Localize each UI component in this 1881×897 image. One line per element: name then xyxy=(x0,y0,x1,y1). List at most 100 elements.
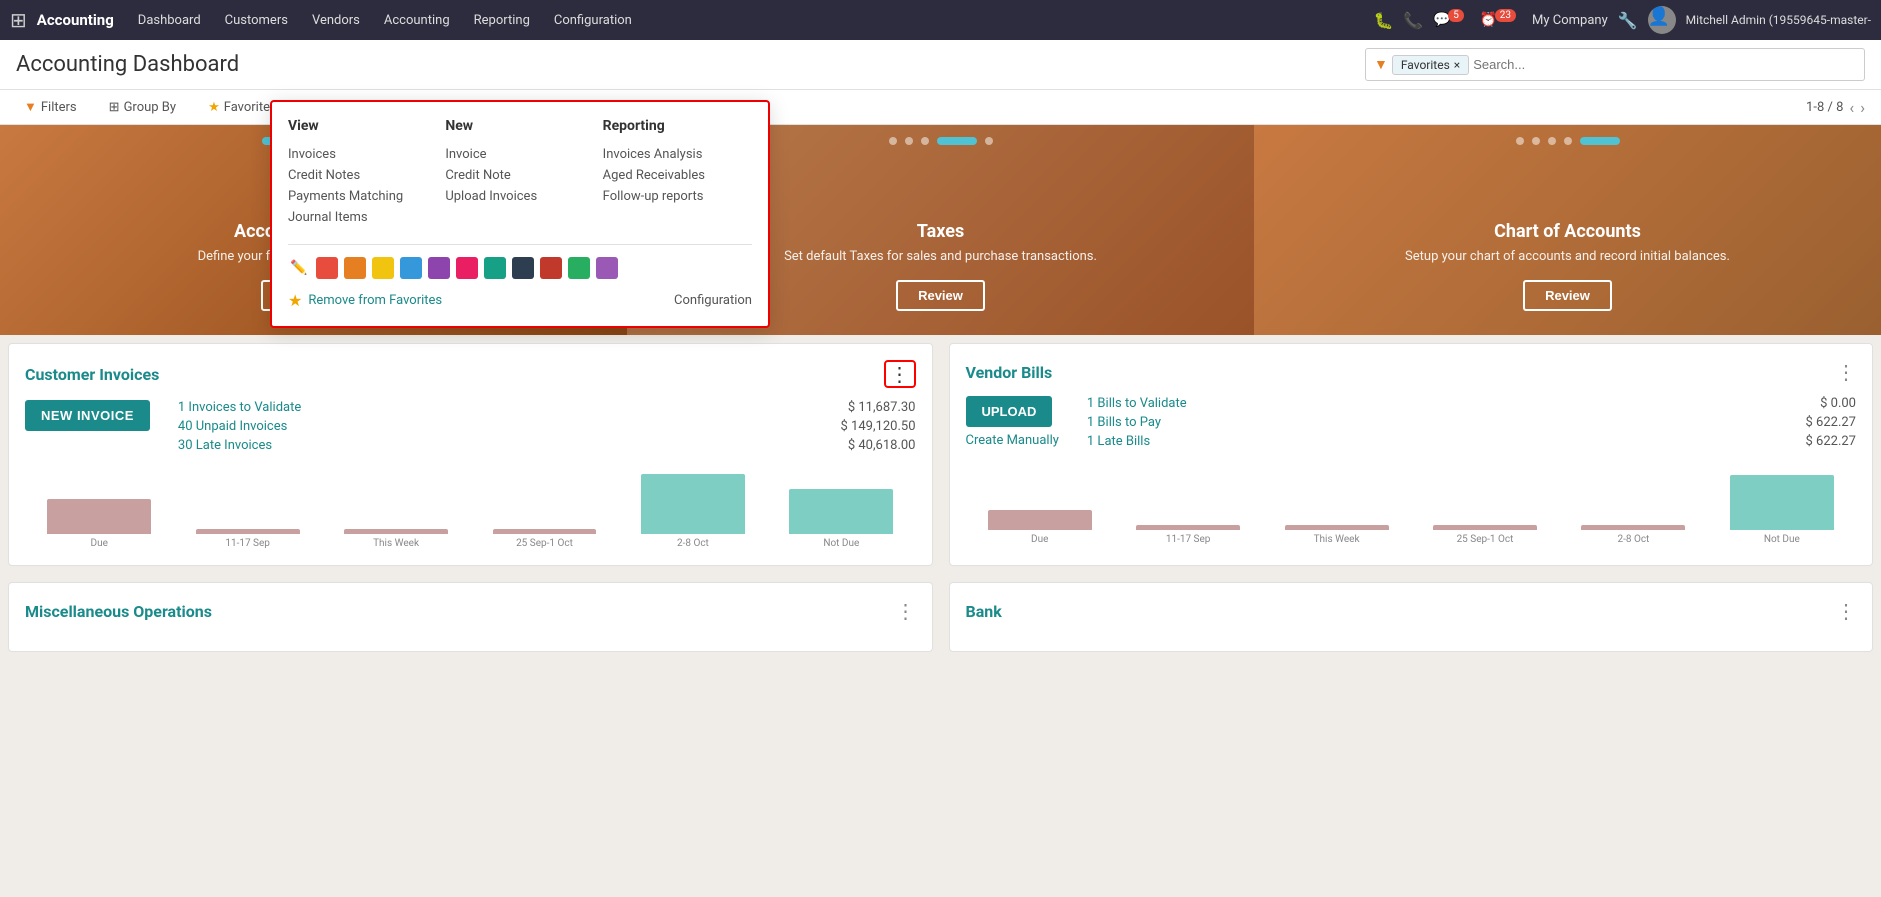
color-dark-red[interactable] xyxy=(540,257,562,279)
color-navy[interactable] xyxy=(512,257,534,279)
stat-amount-1: $ 149,120.50 xyxy=(841,419,916,434)
view-invoices[interactable]: Invoices xyxy=(288,144,437,165)
customer-invoices-more-btn[interactable]: ⋮ xyxy=(884,360,916,388)
star-icon: ★ xyxy=(208,100,220,115)
vendor-bills-actions: UPLOAD Create Manually 1 Bills to Valida… xyxy=(966,396,1857,453)
configuration-link[interactable]: Configuration xyxy=(674,293,752,308)
search-input[interactable] xyxy=(1469,53,1856,76)
misc-header: Miscellaneous Operations ⋮ xyxy=(25,599,916,623)
bar-group: Due xyxy=(25,469,173,549)
vb-stat-row-0: 1 Bills to Validate $ 0.00 xyxy=(1087,396,1856,411)
banner-title-3: Chart of Accounts xyxy=(1405,221,1730,242)
new-credit-note[interactable]: Credit Note xyxy=(445,165,594,186)
color-orange[interactable] xyxy=(344,257,366,279)
view-journal-items[interactable]: Journal Items xyxy=(288,207,437,228)
avatar[interactable]: 👤 xyxy=(1648,6,1676,34)
view-payments-matching[interactable]: Payments Matching xyxy=(288,186,437,207)
bar-label: 2-8 Oct xyxy=(677,538,709,549)
nav-reporting[interactable]: Reporting xyxy=(464,9,540,32)
brand-name: Accounting xyxy=(37,11,114,29)
filter-funnel-icon: ▼ xyxy=(24,99,37,115)
pagination: 1-8 / 8 ‹ › xyxy=(1806,98,1865,117)
color-purple-dark[interactable] xyxy=(428,257,450,279)
new-invoice-button[interactable]: NEW INVOICE xyxy=(25,400,150,431)
nav-configuration[interactable]: Configuration xyxy=(544,9,642,32)
clock-icon-wrapper[interactable]: ⏰ 23 xyxy=(1480,12,1522,28)
banner-review-taxes-btn[interactable]: Review xyxy=(896,280,985,311)
prev-page-arrow[interactable]: ‹ xyxy=(1849,98,1854,117)
color-red[interactable] xyxy=(316,257,338,279)
bar-label: 2-8 Oct xyxy=(1617,534,1649,545)
create-manually-link[interactable]: Create Manually xyxy=(966,433,1059,448)
group-by-button[interactable]: ⊞ Group By xyxy=(101,97,184,118)
vendor-bills-more-btn[interactable]: ⋮ xyxy=(1836,360,1856,384)
vb-stat-link-1[interactable]: 1 Bills to Pay xyxy=(1087,415,1161,430)
nav-vendors[interactable]: Vendors xyxy=(302,9,370,32)
tools-icon[interactable]: 🔧 xyxy=(1618,11,1638,30)
color-purple[interactable] xyxy=(596,257,618,279)
bar xyxy=(1581,525,1685,530)
stat-row-1: 40 Unpaid Invoices $ 149,120.50 xyxy=(178,419,916,434)
upload-button[interactable]: UPLOAD xyxy=(966,396,1053,427)
color-green[interactable] xyxy=(568,257,590,279)
company-name[interactable]: My Company xyxy=(1532,13,1608,28)
subheader: Accounting Dashboard ▼ Favorites × xyxy=(0,40,1881,90)
vendor-bills-header: Vendor Bills ⋮ xyxy=(966,360,1857,384)
bar-label: 11-17 Sep xyxy=(1166,534,1211,545)
vb-stat-link-2[interactable]: 1 Late Bills xyxy=(1087,434,1150,449)
bank-card: Bank ⋮ xyxy=(949,582,1874,652)
dot-c4 xyxy=(1564,137,1572,145)
remove-tag-icon[interactable]: × xyxy=(1454,58,1460,72)
bar-group: This Week xyxy=(322,469,470,549)
color-teal[interactable] xyxy=(484,257,506,279)
nav-customers[interactable]: Customers xyxy=(215,9,298,32)
vendor-bills-card: Vendor Bills ⋮ UPLOAD Create Manually 1 … xyxy=(949,343,1874,566)
phone-icon[interactable]: 📞 xyxy=(1403,11,1423,30)
nav-accounting[interactable]: Accounting xyxy=(374,9,460,32)
bar-label: This Week xyxy=(1314,534,1360,545)
stat-row-0: 1 Invoices to Validate $ 11,687.30 xyxy=(178,400,916,415)
color-pink[interactable] xyxy=(456,257,478,279)
reporting-follow-up[interactable]: Follow-up reports xyxy=(603,186,752,207)
bar xyxy=(988,510,1092,530)
vendor-bills-title: Vendor Bills xyxy=(966,363,1053,382)
dot-t5 xyxy=(985,137,993,145)
remove-favorites-btn[interactable]: ★ Remove from Favorites xyxy=(288,291,442,310)
chat-icon-wrapper[interactable]: 💬 5 xyxy=(1433,12,1470,28)
banner-review-accounts-btn[interactable]: Review xyxy=(1523,280,1612,311)
view-credit-notes[interactable]: Credit Notes xyxy=(288,165,437,186)
color-blue[interactable] xyxy=(400,257,422,279)
bar-group: 11-17 Sep xyxy=(173,469,321,549)
dot-t2 xyxy=(905,137,913,145)
pen-icon[interactable]: ✏️ xyxy=(288,257,310,279)
bar xyxy=(1285,525,1389,530)
banner-chart-accounts: Chart of Accounts Setup your chart of ac… xyxy=(1254,125,1881,335)
grid-icon[interactable]: ⊞ xyxy=(10,8,27,32)
filters-button[interactable]: ▼ Filters xyxy=(16,96,85,118)
misc-more-btn[interactable]: ⋮ xyxy=(896,599,916,623)
misc-operations-card: Miscellaneous Operations ⋮ xyxy=(8,582,933,652)
dropdown-reporting-col: Reporting Invoices Analysis Aged Receiva… xyxy=(603,118,752,228)
stat-link-1[interactable]: 40 Unpaid Invoices xyxy=(178,419,287,434)
reporting-aged-receivables[interactable]: Aged Receivables xyxy=(603,165,752,186)
reporting-invoices-analysis[interactable]: Invoices Analysis xyxy=(603,144,752,165)
dropdown-footer: ★ Remove from Favorites Configuration xyxy=(288,291,752,310)
vendor-bills-btns: UPLOAD Create Manually xyxy=(966,396,1059,448)
bar-group: Due xyxy=(966,465,1114,545)
dashboard-grid: Customer Invoices ⋮ NEW INVOICE 1 Invoic… xyxy=(0,335,1881,660)
bar-label: This Week xyxy=(373,538,419,549)
next-page-arrow[interactable]: › xyxy=(1860,98,1865,117)
bank-more-btn[interactable]: ⋮ xyxy=(1836,599,1856,623)
vb-stat-amount-1: $ 622.27 xyxy=(1806,415,1857,430)
stat-link-2[interactable]: 30 Late Invoices xyxy=(178,438,272,453)
vb-stat-link-0[interactable]: 1 Bills to Validate xyxy=(1087,396,1187,411)
color-yellow[interactable] xyxy=(372,257,394,279)
dropdown-columns: View Invoices Credit Notes Payments Matc… xyxy=(288,118,752,228)
stat-link-0[interactable]: 1 Invoices to Validate xyxy=(178,400,301,415)
new-invoice[interactable]: Invoice xyxy=(445,144,594,165)
new-upload-invoices[interactable]: Upload Invoices xyxy=(445,186,594,207)
bug-icon[interactable]: 🐛 xyxy=(1373,11,1393,30)
clock-badge: 23 xyxy=(1495,9,1516,22)
nav-dashboard[interactable]: Dashboard xyxy=(128,9,211,32)
favorites-tag[interactable]: Favorites × xyxy=(1392,55,1469,75)
